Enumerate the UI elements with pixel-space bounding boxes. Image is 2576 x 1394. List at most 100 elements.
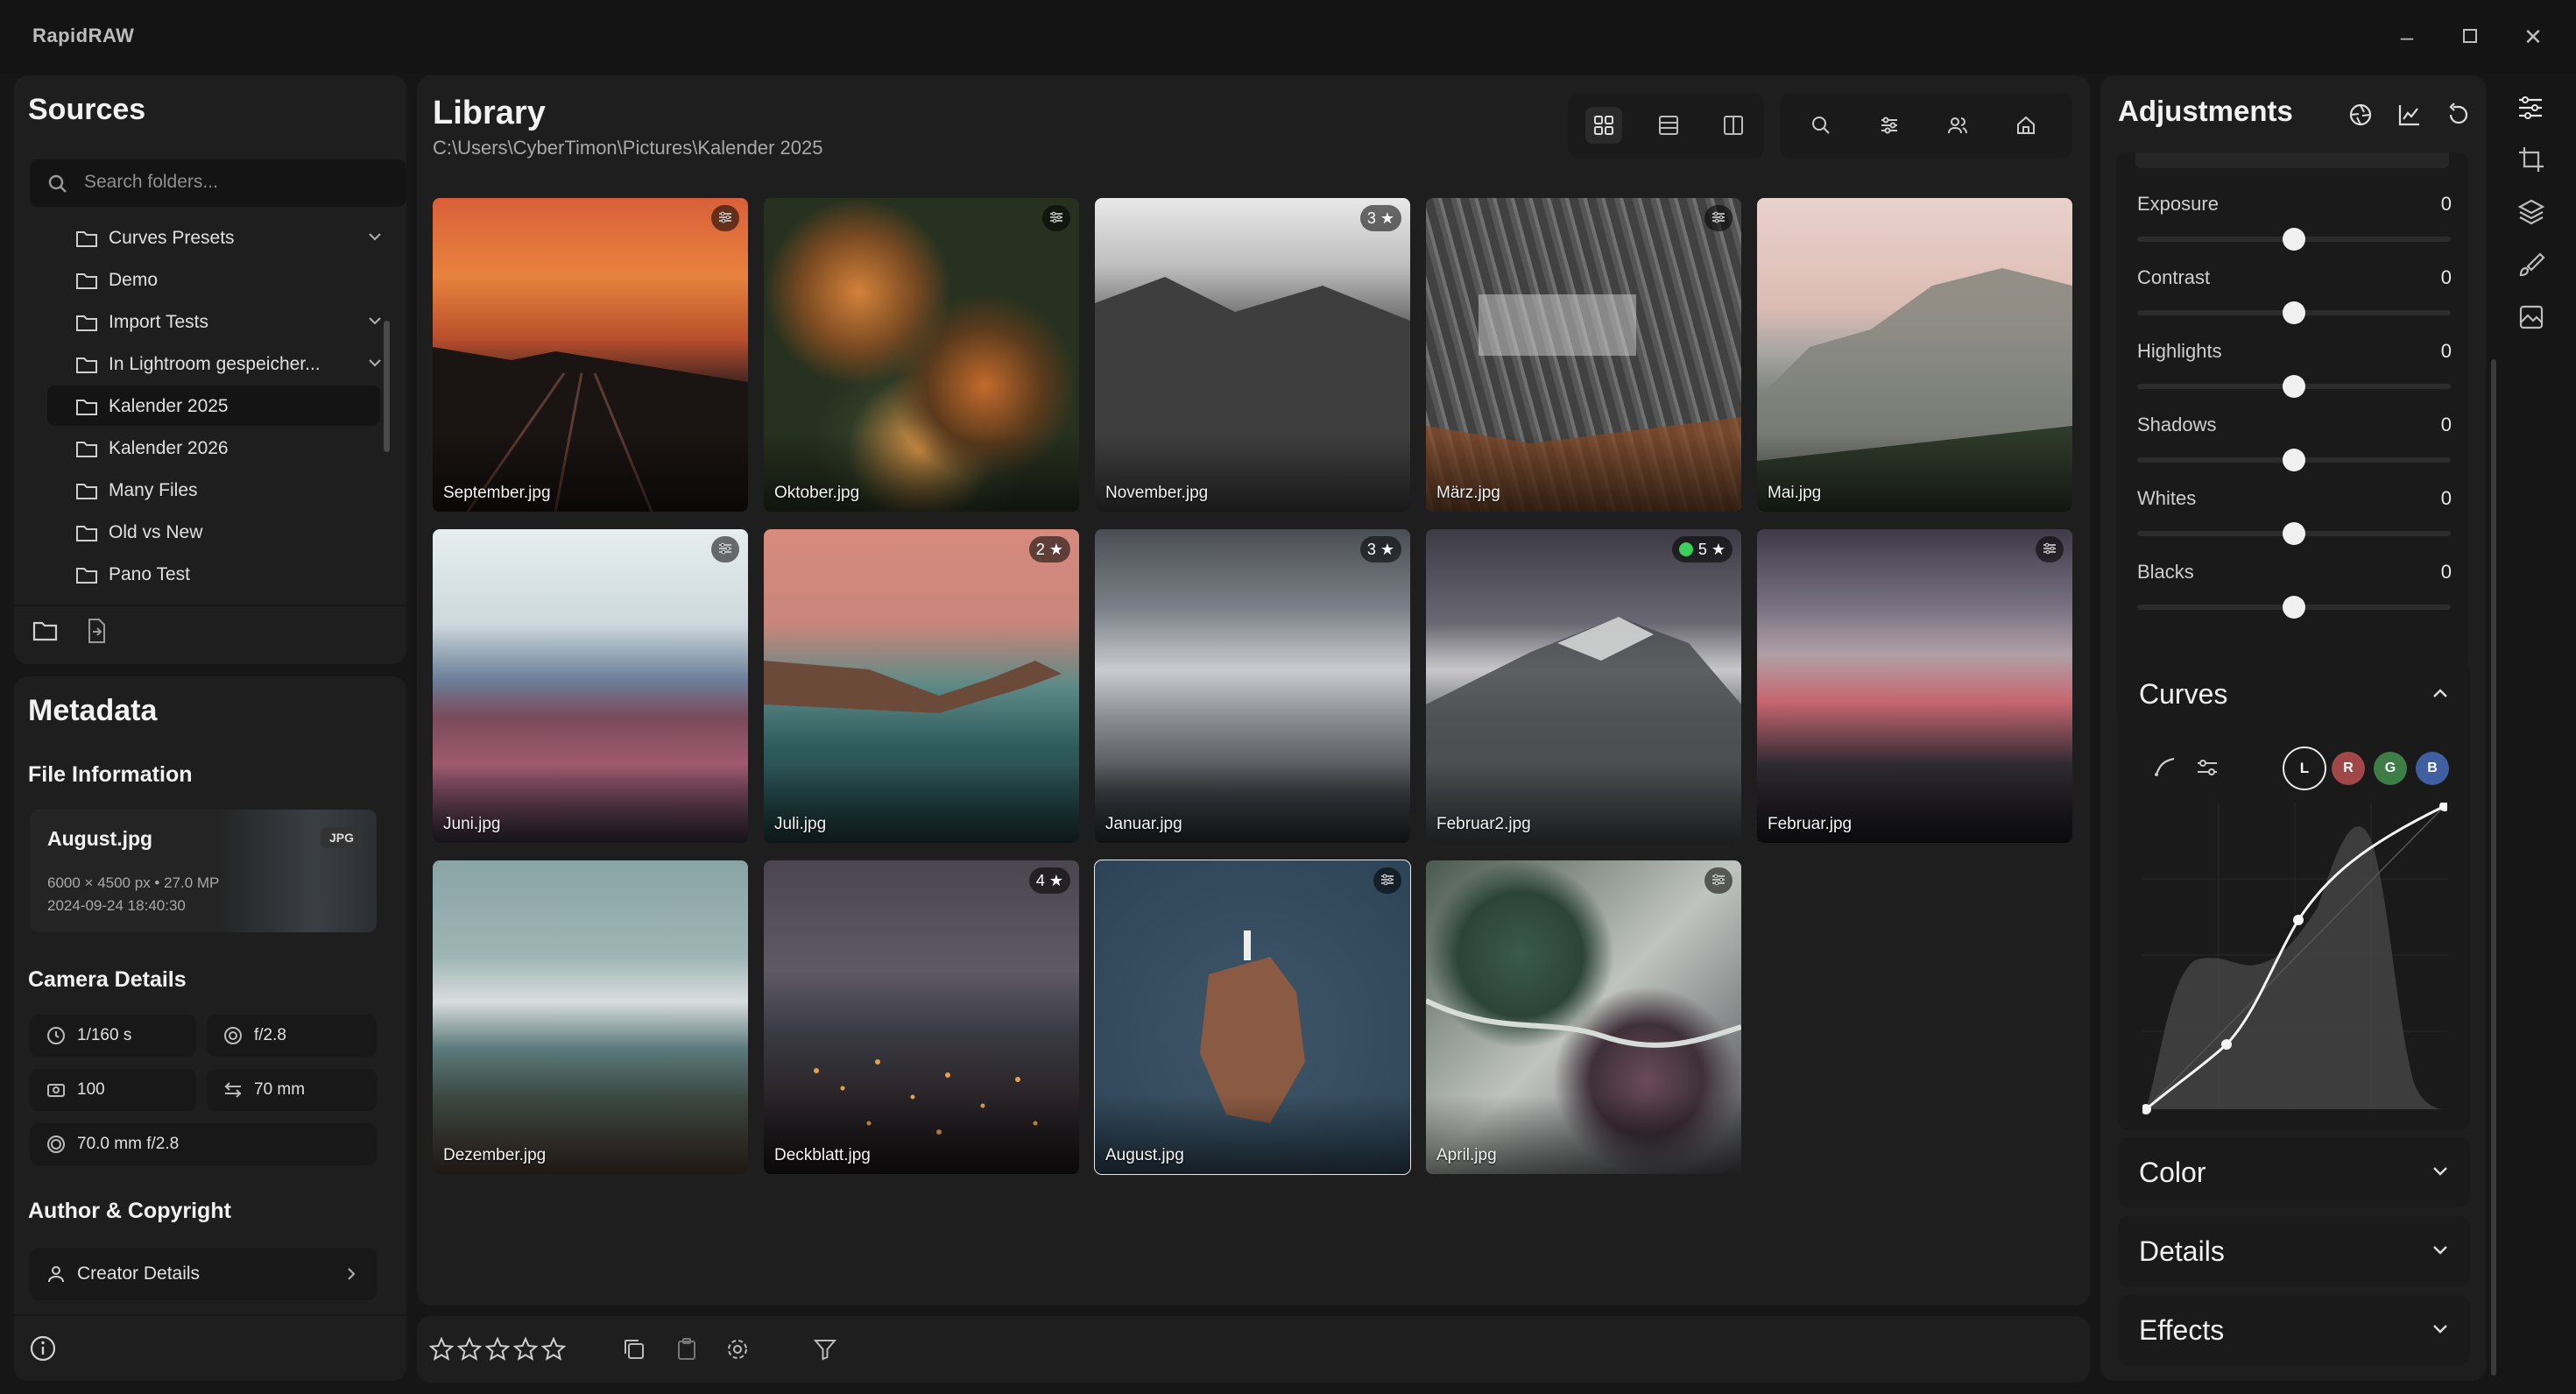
curve-point[interactable] [2221, 1039, 2232, 1050]
adjust-icon [719, 542, 731, 555]
effects-section[interactable]: Effects [2118, 1295, 2470, 1365]
slider-value-blacks: 0 [2440, 561, 2452, 583]
curve-point[interactable] [2293, 915, 2304, 925]
shutter-speed-chip: 1/160 s [30, 1015, 196, 1057]
folder-item[interactable]: Pano Test [47, 554, 380, 594]
channel-g-button[interactable]: G [2374, 752, 2407, 785]
reset-icon[interactable] [2445, 102, 2472, 128]
star-icon[interactable] [485, 1337, 510, 1362]
curve-graph[interactable] [2142, 803, 2447, 1114]
sources-scrollbar[interactable] [384, 321, 390, 452]
image-thumbnail[interactable]: Juni.jpg [433, 529, 748, 843]
image-thumbnail[interactable]: 3 ★ November.jpg [1095, 198, 1410, 512]
channel-b-button[interactable]: B [2416, 752, 2449, 785]
chevron-down-icon[interactable] [366, 228, 384, 245]
folder-item-active[interactable]: Kalender 2025 [47, 386, 380, 426]
star-icon[interactable] [457, 1337, 482, 1362]
slider-label-whites: Whites [2137, 487, 2197, 509]
folder-item[interactable]: Kalender 2026 [47, 428, 380, 468]
whites-slider[interactable] [2137, 522, 2451, 545]
filter-settings-button[interactable] [1871, 107, 1908, 144]
curve-points-icon[interactable] [2195, 755, 2220, 780]
folder-item[interactable]: Many Files [47, 470, 380, 510]
folder-icon[interactable] [32, 619, 60, 643]
adjustments-tool-icon[interactable] [2516, 93, 2545, 123]
slider-label-highlights: Highlights [2137, 340, 2222, 362]
slider-thumb[interactable] [2283, 228, 2305, 251]
image-thumbnail[interactable]: März.jpg [1426, 198, 1741, 512]
metadata-title: Metadata [28, 694, 158, 727]
brush-icon[interactable] [2517, 251, 2545, 279]
aperture-chip: f/2.8 [207, 1015, 377, 1057]
star-icon[interactable] [429, 1337, 454, 1362]
shadows-slider[interactable] [2137, 449, 2451, 471]
folder-item[interactable]: Curves Presets [47, 217, 381, 258]
details-section[interactable]: Details [2118, 1216, 2470, 1286]
slider-thumb[interactable] [2283, 596, 2305, 619]
chevron-down-icon[interactable] [366, 354, 384, 371]
folder-item[interactable]: Demo [47, 259, 380, 300]
color-section[interactable]: Color [2118, 1137, 2470, 1207]
slider-thumb[interactable] [2283, 301, 2305, 324]
folder-item[interactable]: In Lightroom gespeicher... [47, 343, 381, 384]
folder-item[interactable]: Old vs New [47, 512, 380, 552]
image-thumbnail[interactable]: 5 ★ Februar2.jpg [1426, 529, 1741, 843]
thumbnail-name: Juni.jpg [443, 815, 501, 833]
image-thumbnail[interactable]: Oktober.jpg [764, 198, 1079, 512]
image-thumbnail-selected[interactable]: August.jpg [1094, 860, 1411, 1175]
image-thumbnail[interactable]: Mai.jpg [1757, 198, 2072, 512]
grid-view-button[interactable] [1585, 107, 1622, 144]
gear-icon[interactable] [725, 1337, 750, 1362]
home-button[interactable] [2008, 107, 2044, 144]
folder-item[interactable]: Import Tests [47, 301, 381, 342]
filter-icon[interactable] [813, 1337, 837, 1362]
search-button[interactable] [1803, 107, 1839, 144]
channel-r-button[interactable]: R [2332, 752, 2365, 785]
image-thumbnail[interactable]: September.jpg [433, 198, 748, 512]
star-icon[interactable] [541, 1337, 566, 1362]
exposure-slider[interactable] [2137, 228, 2451, 251]
close-icon[interactable]: ✕ [2516, 19, 2551, 54]
iso-value: 100 [77, 1080, 105, 1099]
image-thumbnail[interactable]: Februar.jpg [1757, 529, 2072, 843]
aperture-preset-icon[interactable] [2347, 102, 2374, 128]
histogram-icon[interactable] [2396, 102, 2423, 128]
image-thumbnail[interactable]: 4 ★ Deckblatt.jpg [764, 860, 1079, 1174]
slider-thumb[interactable] [2283, 522, 2305, 545]
image-thumbnail[interactable]: Dezember.jpg [433, 860, 748, 1174]
sources-panel: Sources Search folders... Curves Presets… [14, 75, 406, 664]
folder-search-input[interactable]: Search folders... [30, 159, 406, 207]
channel-l-button[interactable]: L [2283, 747, 2326, 790]
slider-thumb[interactable] [2283, 375, 2305, 398]
import-file-icon[interactable] [84, 618, 109, 644]
image-thumbnail[interactable]: 3 ★ Januar.jpg [1095, 529, 1410, 843]
adjusted-badge [711, 536, 739, 563]
compare-view-button[interactable] [1715, 107, 1752, 144]
paste-icon[interactable] [674, 1337, 699, 1362]
chevron-down-icon[interactable] [366, 312, 384, 329]
image-thumbnail[interactable]: April.jpg [1426, 860, 1741, 1174]
creator-details-button[interactable]: Creator Details [30, 1248, 377, 1300]
crop-icon[interactable] [2517, 145, 2545, 173]
copy-icon[interactable] [622, 1337, 646, 1362]
chevron-up-icon[interactable] [2430, 683, 2451, 704]
image-thumbnail[interactable]: 2 ★ Juli.jpg [764, 529, 1079, 843]
star-icon[interactable] [513, 1337, 538, 1362]
file-dimensions: 6000 × 4500 px • 27.0 MP [47, 874, 220, 891]
adjustments-scrollbar[interactable] [2491, 359, 2496, 1376]
presets-icon[interactable] [2517, 303, 2545, 331]
contrast-slider[interactable] [2137, 301, 2451, 324]
people-button[interactable] [1939, 107, 1976, 144]
maximize-icon[interactable] [2452, 19, 2488, 54]
highlights-slider[interactable] [2137, 375, 2451, 398]
rating-badge: 5 ★ [1671, 536, 1733, 563]
blacks-slider[interactable] [2137, 596, 2451, 619]
list-view-button[interactable] [1650, 107, 1687, 144]
slider-thumb[interactable] [2283, 449, 2305, 471]
adjust-icon [1381, 874, 1394, 886]
curve-pen-icon[interactable] [2153, 755, 2177, 780]
info-icon[interactable] [28, 1334, 58, 1363]
file-info-card: August.jpg JPG 6000 × 4500 px • 27.0 MP … [30, 810, 377, 932]
minimize-icon[interactable]: – [2389, 19, 2424, 54]
layers-icon[interactable] [2517, 198, 2545, 226]
